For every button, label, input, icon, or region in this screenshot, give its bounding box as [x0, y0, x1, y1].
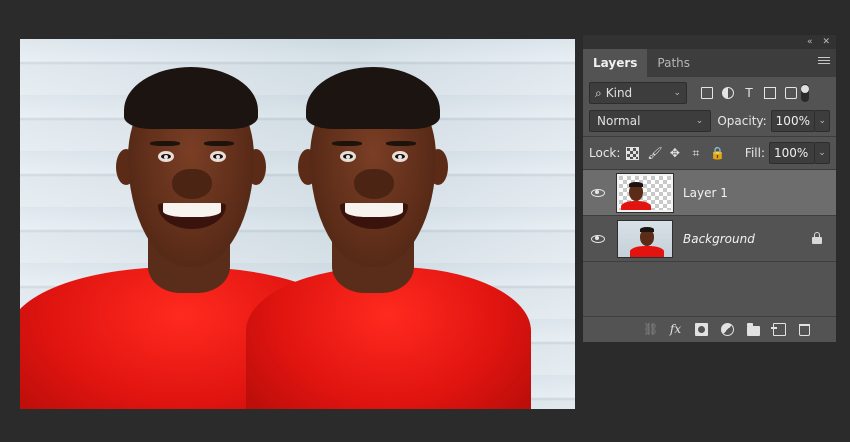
layers-panel: « ✕ Layers Paths ⌕ Kind ⌄ T Normal ⌄ Opa… [582, 34, 837, 343]
layers-list: Layer 1 Background [583, 169, 836, 262]
panel-footer: ⛓ fx [583, 316, 836, 342]
lock-artboard-icon[interactable]: ⌗ [689, 146, 702, 160]
fill-slider-chevron-icon[interactable]: ⌄ [815, 142, 830, 164]
layer-thumbnail[interactable] [617, 219, 673, 258]
opacity-input[interactable]: 100% [770, 110, 816, 132]
person-right [20, 39, 575, 409]
filter-toggle-switch[interactable] [801, 84, 809, 102]
opacity-label: Opacity: [717, 114, 767, 128]
filter-icons: T [701, 87, 797, 99]
visibility-eye-icon[interactable] [591, 234, 605, 243]
panel-tabs: Layers Paths [583, 49, 836, 77]
lock-icon[interactable] [812, 232, 822, 244]
fill-label: Fill: [744, 146, 765, 160]
hair [306, 67, 440, 129]
lock-transparent-pixels-icon[interactable] [626, 146, 640, 160]
layer-thumbnail[interactable] [616, 172, 674, 213]
blend-mode-select[interactable]: Normal ⌄ [589, 110, 712, 132]
document-canvas[interactable] [20, 39, 575, 409]
layer-name[interactable]: Layer 1 [683, 186, 728, 200]
adjustment-layer-filter-icon[interactable] [722, 87, 734, 99]
filter-kind-select[interactable]: ⌕ Kind ⌄ [589, 82, 687, 104]
new-layer-icon[interactable] [771, 323, 786, 336]
smart-object-filter-icon[interactable] [785, 87, 797, 99]
blend-row: Normal ⌄ Opacity: 100% ⌄ [583, 108, 836, 134]
search-icon: ⌕ [595, 85, 602, 100]
tab-paths[interactable]: Paths [647, 49, 700, 77]
new-adjustment-layer-icon[interactable] [721, 323, 734, 336]
blend-mode-value: Normal [597, 114, 641, 128]
new-group-folder-icon[interactable] [747, 322, 760, 336]
lock-position-move-icon[interactable]: ✥ [668, 146, 681, 160]
lock-row: Lock: 🖌 ✥ ⌗ 🔒 Fill: 100% ⌄ [583, 139, 836, 167]
lock-image-pixels-brush-icon[interactable]: 🖌 [647, 146, 662, 160]
add-mask-icon[interactable] [695, 323, 708, 336]
shape-layer-filter-icon[interactable] [764, 87, 776, 99]
divider [583, 136, 836, 137]
collapse-panel-icon[interactable]: « [807, 37, 813, 47]
layer-style-fx-icon[interactable]: fx [669, 323, 682, 336]
lock-all-icon[interactable]: 🔒 [710, 146, 725, 160]
delete-layer-trash-icon[interactable] [799, 323, 810, 336]
close-panel-icon[interactable]: ✕ [822, 37, 830, 47]
type-layer-filter-icon[interactable]: T [743, 87, 755, 99]
fill-input[interactable]: 100% [769, 142, 815, 164]
lock-icons: 🖌 ✥ ⌗ 🔒 [626, 146, 725, 160]
pixel-layer-filter-icon[interactable] [701, 87, 713, 99]
tab-layers[interactable]: Layers [583, 49, 648, 77]
link-layers-icon[interactable]: ⛓ [643, 323, 658, 336]
panel-menu-icon[interactable] [818, 57, 830, 66]
chevron-down-icon: ⌄ [695, 116, 704, 126]
filter-row: ⌕ Kind ⌄ T [583, 78, 836, 108]
filter-kind-label: Kind [605, 86, 633, 100]
layer-row-layer-1[interactable]: Layer 1 [583, 170, 836, 216]
opacity-slider-chevron-icon[interactable]: ⌄ [815, 110, 830, 132]
visibility-eye-icon[interactable] [591, 188, 605, 197]
panel-title-bar: « ✕ [583, 35, 836, 49]
chevron-down-icon: ⌄ [673, 88, 681, 98]
layer-name[interactable]: Background [683, 232, 755, 246]
lock-label: Lock: [589, 146, 621, 160]
layer-row-background[interactable]: Background [583, 216, 836, 262]
